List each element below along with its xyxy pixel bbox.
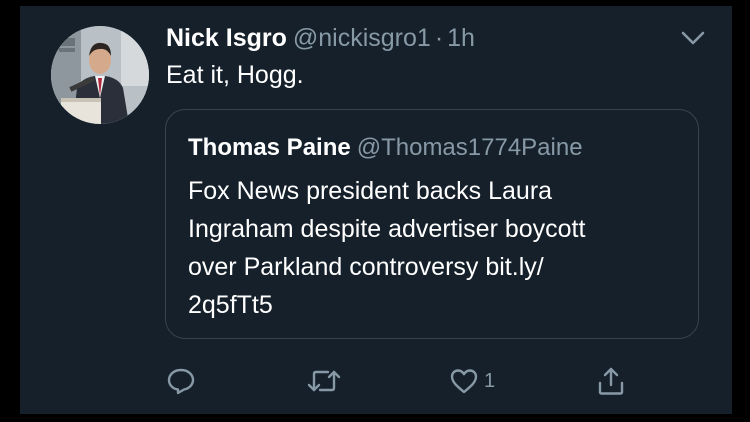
separator-dot: · <box>434 24 444 52</box>
quoted-text-line: Fox News president backs Laura <box>188 177 553 205</box>
quoted-display-name: Thomas Paine <box>188 134 351 161</box>
tweet-text: Eat it, Hogg. <box>166 61 304 89</box>
quoted-text-line: 2q5fTt5 <box>188 291 273 319</box>
heart-icon <box>448 366 480 396</box>
like-button[interactable]: 1 <box>448 363 495 399</box>
avatar[interactable] <box>51 26 149 124</box>
quoted-text-line: Ingraham despite advertiser boycott <box>188 215 586 243</box>
retweet-icon <box>306 366 342 396</box>
share-button[interactable] <box>596 363 626 399</box>
timestamp[interactable]: 1h <box>447 24 475 52</box>
screenshot-frame: Nick Isgro @nickisgro1 · 1h Eat it, Hogg. T… <box>0 0 750 422</box>
quoted-tweet-text: Fox News president backs Laura Ingraham … <box>188 172 688 324</box>
action-bar: 1 <box>20 363 732 399</box>
tweet-card[interactable]: Nick Isgro @nickisgro1 · 1h Eat it, Hogg. T… <box>20 6 732 414</box>
reply-button[interactable] <box>166 363 196 399</box>
user-handle[interactable]: @nickisgro1 <box>293 24 431 52</box>
display-name[interactable]: Nick Isgro <box>166 24 287 52</box>
quoted-text-line: over Parkland controversy bit.ly/ <box>188 253 544 281</box>
reply-icon <box>166 366 196 396</box>
quoted-tweet-header: Thomas Paine @Thomas1774Paine <box>188 132 583 164</box>
tweet-header: Nick Isgro @nickisgro1 · 1h <box>166 22 475 54</box>
quoted-tweet[interactable]: Thomas Paine @Thomas1774Paine Fox News pr… <box>165 109 699 339</box>
avatar-photo <box>51 26 149 124</box>
like-count: 1 <box>484 370 496 392</box>
quoted-user-handle: @Thomas1774Paine <box>356 134 583 161</box>
share-icon <box>596 365 626 397</box>
retweet-button[interactable] <box>306 363 342 399</box>
chevron-down-icon[interactable] <box>680 28 706 48</box>
